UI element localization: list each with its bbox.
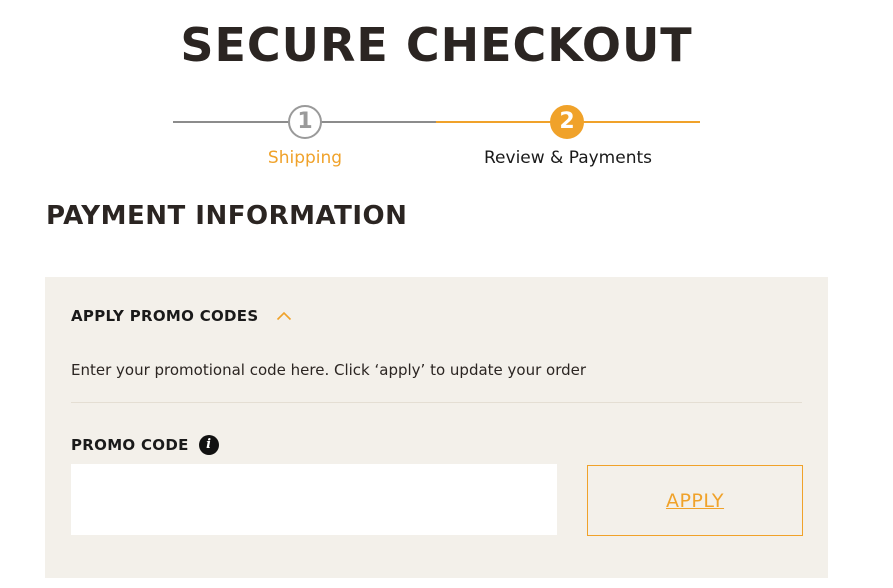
promo-description: Enter your promotional code here. Click …	[71, 361, 587, 379]
checkout-stepper: 1 2 Shipping Review & Payments	[0, 0, 893, 180]
panel-divider	[71, 402, 802, 403]
step-shipping-label[interactable]: Shipping	[230, 148, 380, 168]
step-1-circle[interactable]: 1	[288, 105, 322, 139]
info-icon[interactable]: i	[198, 435, 219, 455]
checkout-page: SECURE CHECKOUT 1 2 Shipping Review & Pa…	[0, 0, 893, 588]
step-review-payments-label: Review & Payments	[484, 148, 652, 168]
promo-code-label: PROMO CODE	[71, 436, 189, 454]
payment-information-heading: PAYMENT INFORMATION	[46, 201, 408, 231]
chevron-up-icon[interactable]	[276, 311, 292, 321]
promo-codes-panel: APPLY PROMO CODES Enter your promotional…	[45, 277, 828, 578]
step-2-circle: 2	[550, 105, 584, 139]
promo-code-input[interactable]	[71, 464, 557, 535]
promo-codes-toggle[interactable]: APPLY PROMO CODES	[71, 307, 292, 325]
promo-code-label-row: PROMO CODE i	[71, 435, 219, 455]
promo-codes-toggle-label: APPLY PROMO CODES	[71, 307, 259, 325]
apply-button[interactable]: APPLY	[587, 465, 803, 536]
